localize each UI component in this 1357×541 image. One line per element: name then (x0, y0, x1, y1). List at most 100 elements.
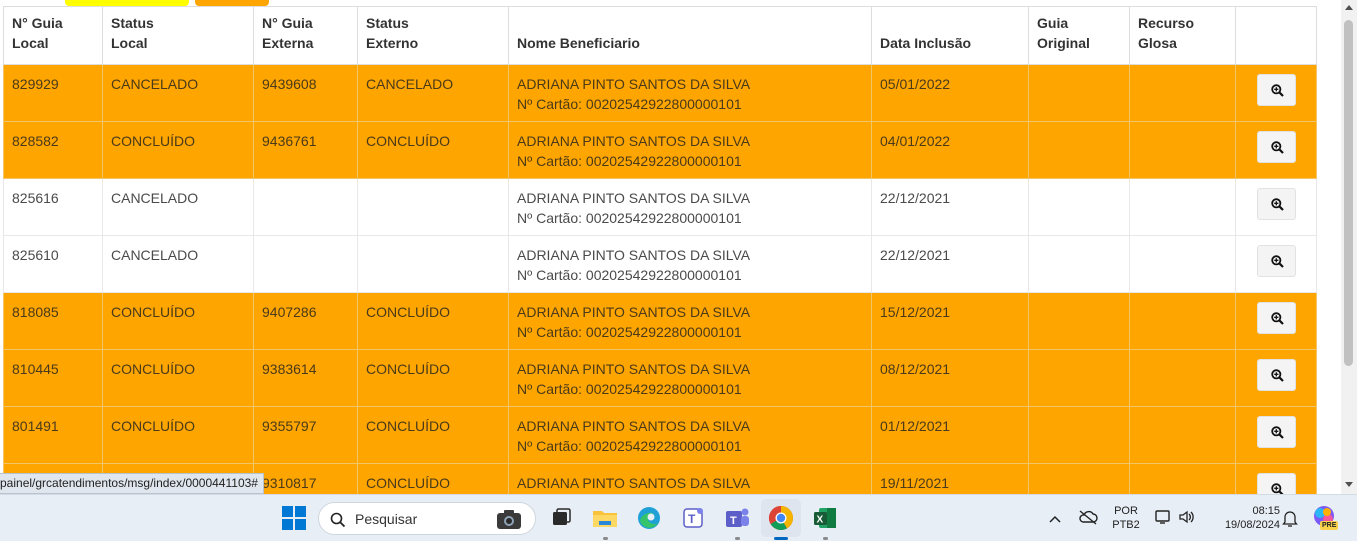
windows-taskbar: Pesquisar T T X POR PTB2 08:15 19/08/202… (0, 494, 1357, 541)
table-row[interactable]: 825610 CANCELADO ADRIANA PINTO SANTOS DA S… (3, 235, 1317, 293)
scrollbar-thumb[interactable] (1344, 20, 1353, 366)
cell-guia-local: 810445 (3, 349, 103, 407)
table-row[interactable]: 810445 CONCLUÍDO 9383614 CONCLUÍDO ADRIANA P… (3, 349, 1317, 407)
table-row[interactable]: 801491 CONCLUÍDO 9355797 CONCLUÍDO ADRIANA P… (3, 406, 1317, 464)
table-row[interactable]: 829929 CANCELADO 9439608 CANCELADO ADRIANA P… (3, 64, 1317, 122)
cell-status-local: CANCELADO (102, 235, 254, 293)
svg-text:X: X (817, 515, 824, 526)
volume-icon[interactable] (1178, 508, 1196, 531)
task-view-icon[interactable] (546, 503, 576, 533)
table-row[interactable]: 825616 CANCELADO ADRIANA PINTO SANTOS DA S… (3, 178, 1317, 236)
nome-text: ADRIANA PINTO SANTOS DA SILVA (517, 475, 751, 491)
cell-nome: ADRIANA PINTO SANTOS DA SILVA Nº Cartão: … (508, 178, 872, 236)
teams-classic-icon[interactable]: T (678, 503, 708, 533)
column-header-3: Status Externo (357, 6, 509, 65)
column-header-line2: Glosa (1138, 35, 1177, 51)
zoom-in-icon (1270, 84, 1284, 97)
guides-table: N° Guia Local Status Local N° Guia Externa Sta… (3, 6, 1317, 494)
cell-guia-original (1028, 349, 1130, 407)
cell-guia-original (1028, 121, 1130, 179)
input-language-indicator[interactable]: POR PTB2 (1107, 504, 1145, 532)
edge-browser-icon[interactable] (634, 503, 664, 533)
guia-local-text: 828582 (12, 133, 59, 149)
status-local-text: CONCLUÍDO (111, 418, 196, 434)
cell-guia-externa (253, 235, 358, 293)
view-details-button[interactable] (1256, 359, 1296, 391)
cell-status-local: CONCLUÍDO (102, 349, 254, 407)
guia-externa-text: 9439608 (262, 76, 317, 92)
column-header-line1: Nome Beneficiario (517, 35, 640, 51)
view-details-button[interactable] (1256, 131, 1296, 163)
teams-icon[interactable]: T (722, 503, 752, 533)
cell-nome: ADRIANA PINTO SANTOS DA SILVA Nº Cartão: … (508, 406, 872, 464)
windows-start-icon[interactable] (279, 503, 309, 533)
search-placeholder: Pesquisar (355, 511, 418, 527)
column-header-0: N° Guia Local (3, 6, 103, 65)
cell-action (1235, 64, 1317, 122)
vertical-scrollbar[interactable] (1341, 0, 1357, 494)
show-hidden-icons-chevron-icon[interactable] (1049, 511, 1061, 529)
view-details-button[interactable] (1256, 302, 1296, 334)
excel-icon[interactable]: X (810, 503, 840, 533)
scroll-down-arrow-icon[interactable] (1345, 482, 1353, 487)
guia-local-text: 825610 (12, 247, 59, 263)
file-explorer-icon[interactable] (590, 503, 620, 533)
language-code: POR (1114, 505, 1138, 517)
cell-guia-original (1028, 235, 1130, 293)
table-row[interactable]: 828582 CONCLUÍDO 9436761 CONCLUÍDO ADRIANA P… (3, 121, 1317, 179)
nome-text: ADRIANA PINTO SANTOS DA SILVA (517, 190, 751, 206)
cell-data: 19/11/2021 (871, 463, 1029, 494)
column-header-2: N° Guia Externa (253, 6, 358, 65)
data-text: 08/12/2021 (880, 361, 951, 377)
cell-nome: ADRIANA PINTO SANTOS DA SILVA Nº Cartão: … (508, 292, 872, 350)
table-row[interactable]: 818085 CONCLUÍDO 9407286 CONCLUÍDO ADRIANA P… (3, 292, 1317, 350)
cell-action (1235, 292, 1317, 350)
cell-guia-local: 828582 (3, 121, 103, 179)
cell-action (1235, 349, 1317, 407)
cell-guia-externa: 9355797 (253, 406, 358, 464)
view-details-button[interactable] (1256, 188, 1296, 220)
card-number-text: Nº Cartão: 00202542922800000101 (517, 267, 742, 283)
network-icon[interactable] (1154, 508, 1172, 531)
onedrive-offline-icon[interactable] (1078, 509, 1098, 530)
column-header-7: Recurso Glosa (1129, 6, 1236, 65)
view-details-button[interactable] (1256, 245, 1296, 277)
cell-data: 15/12/2021 (871, 292, 1029, 350)
taskbar-search-box[interactable]: Pesquisar (318, 502, 536, 535)
status-externo-text: CONCLUÍDO (366, 133, 451, 149)
scroll-up-arrow-icon[interactable] (1345, 5, 1353, 10)
cell-guia-local: 801491 (3, 406, 103, 464)
guia-local-text: 810445 (12, 361, 59, 377)
clock[interactable]: 08:15 19/08/2024 (1208, 504, 1280, 532)
cell-recurso-glosa (1129, 64, 1236, 122)
chrome-icon[interactable] (766, 503, 796, 533)
column-header-line2: Original (1037, 35, 1090, 51)
view-details-button[interactable] (1256, 416, 1296, 448)
cell-status-externo: CANCELADO (357, 64, 509, 122)
card-number-text: Nº Cartão: 00202542922800000101 (517, 324, 742, 340)
notification-bell-icon[interactable] (1282, 510, 1298, 533)
column-header-4: Nome Beneficiario (508, 6, 872, 65)
status-externo-text: CANCELADO (366, 76, 454, 92)
card-number-text: Nº Cartão: 00202542922800000101 (517, 96, 742, 112)
browser-viewport: N° Guia Local Status Local N° Guia Externa Sta… (0, 0, 1341, 494)
nome-text: ADRIANA PINTO SANTOS DA SILVA (517, 304, 751, 320)
cell-guia-original (1028, 292, 1130, 350)
table-body: 829929 CANCELADO 9439608 CANCELADO ADRIANA P… (3, 64, 1317, 494)
status-local-text: CANCELADO (111, 76, 199, 92)
status-externo-text: CONCLUÍDO (366, 475, 451, 491)
cell-status-externo: CONCLUÍDO (357, 406, 509, 464)
cell-status-local: CONCLUÍDO (102, 406, 254, 464)
view-details-button[interactable] (1256, 74, 1296, 106)
copilot-pre-icon[interactable]: PRE (1312, 504, 1340, 532)
status-externo-text: CONCLUÍDO (366, 304, 451, 320)
status-local-text: CONCLUÍDO (111, 361, 196, 377)
cell-guia-original (1028, 463, 1130, 494)
status-externo-text: CONCLUÍDO (366, 361, 451, 377)
status-bar-url: painel/grcatendimentos/msg/index/0000441… (0, 473, 264, 494)
column-header-line1: N° Guia (262, 15, 313, 31)
cell-guia-local: 818085 (3, 292, 103, 350)
status-local-text: CANCELADO (111, 247, 199, 263)
cell-recurso-glosa (1129, 292, 1236, 350)
view-details-button[interactable] (1256, 473, 1296, 494)
